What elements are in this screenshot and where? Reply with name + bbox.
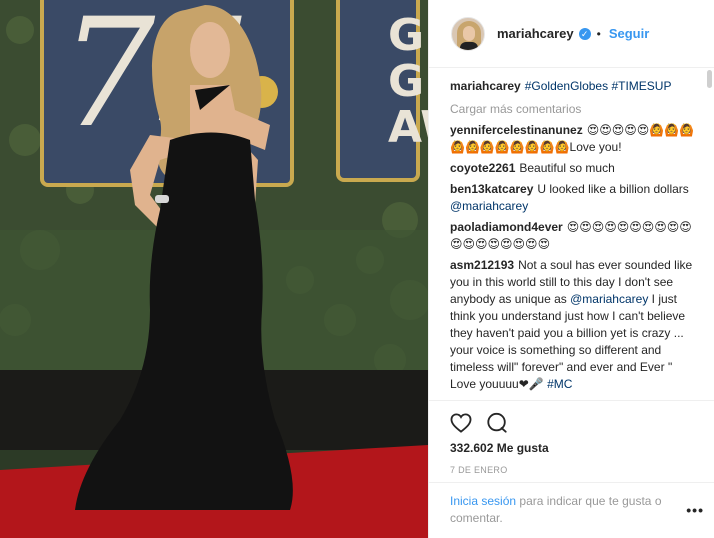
caption-hashtags[interactable]: #GoldenGlobes #TIMESUP [525, 79, 672, 93]
post-photo[interactable]: 75 G GL AW [0, 0, 428, 538]
list-item: asm212193 Not a soul has ever sounded lik… [450, 257, 700, 393]
comment-username[interactable]: ben13katcarey [450, 182, 533, 196]
post-sidebar: mariahcarey ✓ • Seguir mariahcarey #Golde… [428, 0, 714, 538]
post-header: mariahcarey ✓ • Seguir [429, 0, 714, 68]
action-bar [429, 401, 714, 437]
comment-text: Beautiful so much [519, 161, 615, 175]
comment-username[interactable]: paoladiamond4ever [450, 220, 563, 234]
verified-check-icon: ✓ [578, 27, 591, 40]
comment-text: U looked like a billion dollars [537, 182, 689, 196]
comments-list[interactable]: mariahcarey #GoldenGlobes #TIMESUP Cargar… [450, 78, 700, 400]
list-item: coyote2261 Beautiful so much [450, 160, 700, 177]
comment-username[interactable]: yennifercelestinanunez [450, 123, 583, 137]
post-actions-section: 332.602 Me gusta 7 DE ENERO [429, 400, 714, 475]
list-item: paoladiamond4ever 😍😍😍😍😍😍😍😍😍😍😍😍😍😍😍😍😍😍 [450, 219, 700, 253]
caption-username[interactable]: mariahcarey [450, 79, 521, 93]
comments-scrollbar[interactable] [706, 70, 712, 400]
comment-username[interactable]: coyote2261 [450, 161, 515, 175]
comment-mention[interactable]: @mariahcarey [450, 199, 528, 213]
like-count[interactable]: 332.602 Me gusta [429, 437, 714, 455]
header-username[interactable]: mariahcarey [497, 26, 574, 41]
svg-text:AW: AW [388, 102, 428, 153]
post-caption: mariahcarey #GoldenGlobes #TIMESUP [450, 78, 700, 95]
login-link[interactable]: Inicia sesión [450, 494, 516, 508]
list-item: ben13katcarey U looked like a billion dol… [450, 181, 700, 215]
separator-dot: • [596, 26, 601, 41]
comment-hashtag[interactable]: #MC [547, 377, 572, 391]
login-prompt: Inicia sesión para indicar que te gusta … [429, 482, 714, 527]
more-options-icon[interactable]: ••• [686, 502, 704, 518]
heart-icon[interactable] [449, 411, 473, 435]
list-item: yennifercelestinanunez 😍😍😍😍😍🙆🙆🙆🙆🙆🙆🙆🙆🙆🙆🙆Lo… [450, 122, 700, 156]
post-image: 75 G GL AW [0, 0, 428, 538]
svg-text:G: G [388, 10, 424, 61]
comment-icon[interactable] [485, 411, 509, 435]
avatar[interactable] [451, 16, 485, 51]
load-more-comments-button[interactable]: Cargar más comentarios [450, 101, 700, 118]
comment-username[interactable]: asm212193 [450, 258, 514, 272]
svg-text:GL: GL [388, 56, 428, 107]
post-date[interactable]: 7 DE ENERO [429, 455, 714, 475]
follow-button[interactable]: Seguir [609, 26, 649, 41]
comment-mention[interactable]: @mariahcarey [570, 292, 648, 306]
scrollbar-thumb[interactable] [707, 70, 712, 88]
